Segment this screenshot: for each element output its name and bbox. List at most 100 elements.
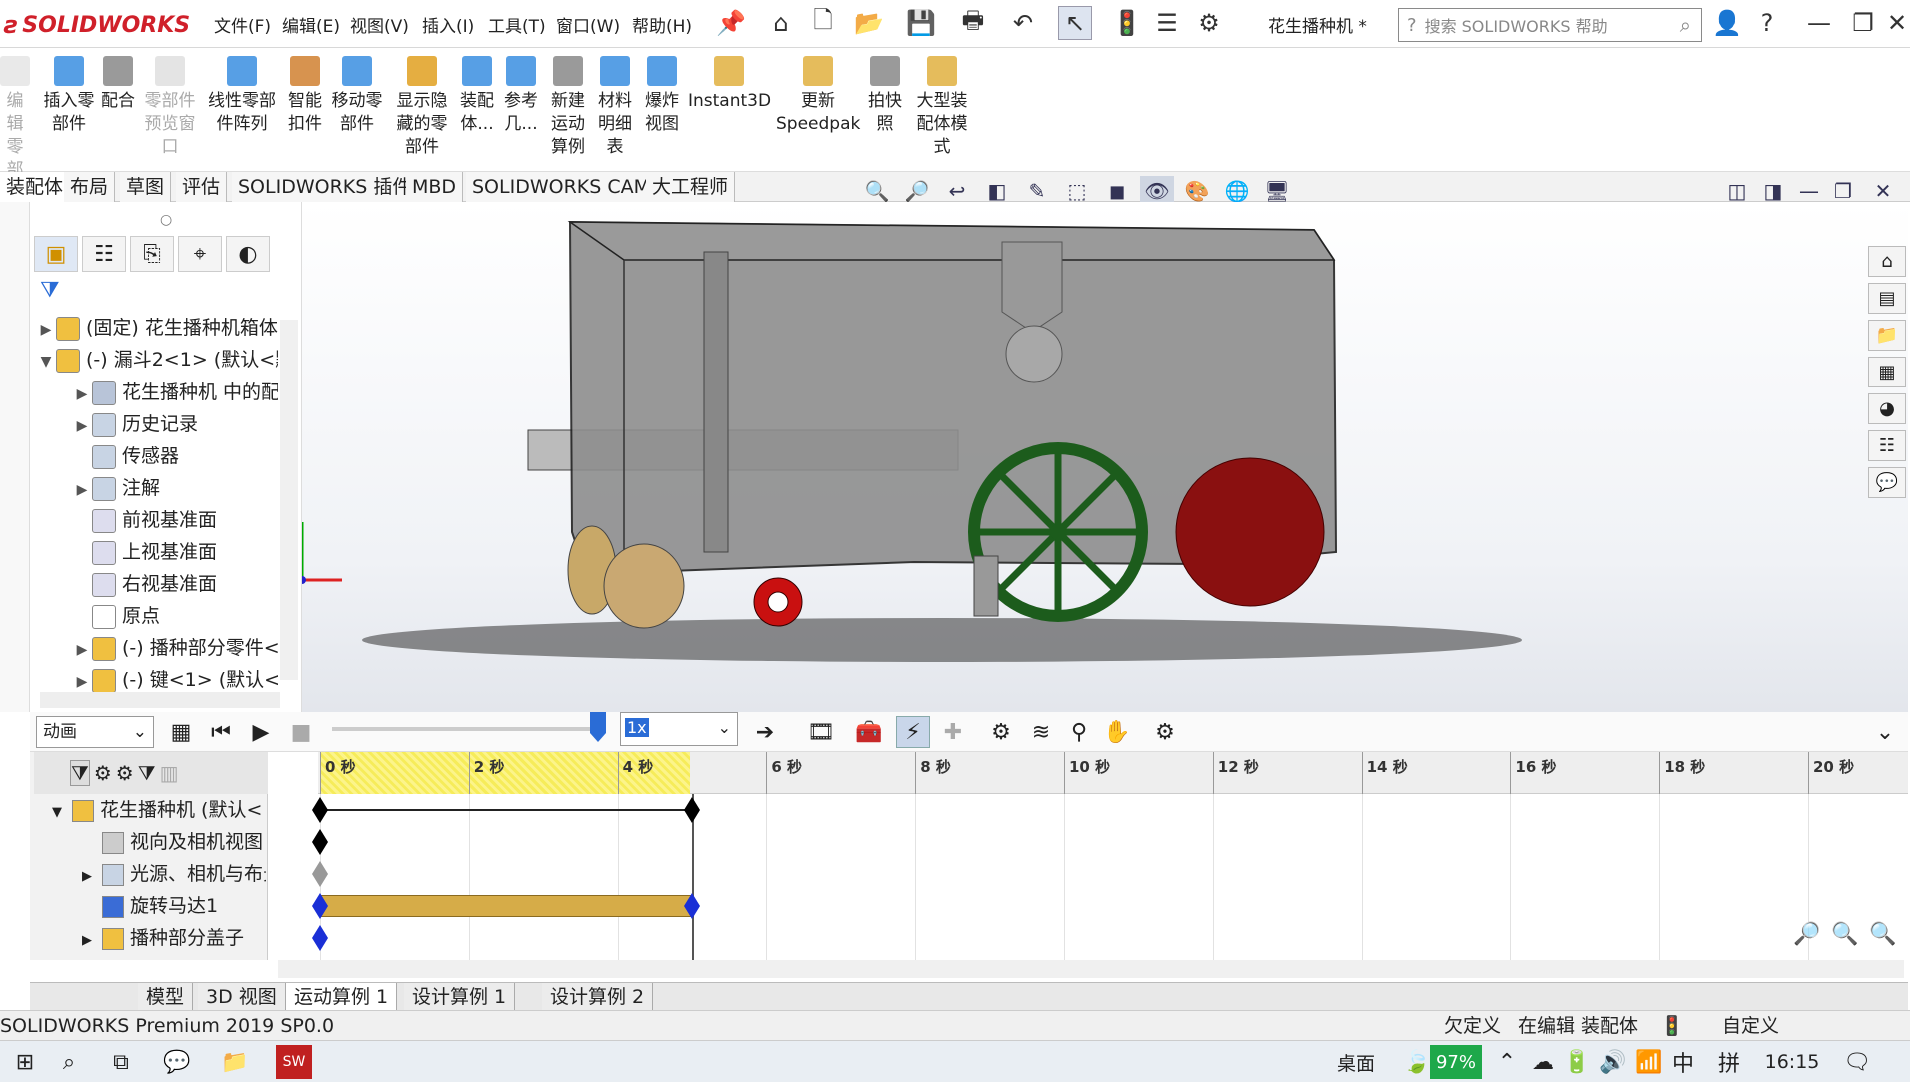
menu-help[interactable]: 帮助(H) bbox=[632, 12, 692, 37]
expand-toggle-icon[interactable]: ▶ bbox=[72, 410, 92, 440]
filter-results-icon[interactable]: ⧩ bbox=[138, 761, 156, 785]
tree-item[interactable]: 上视基准面 bbox=[36, 536, 278, 568]
file-explorer-icon[interactable]: 📁 bbox=[1868, 319, 1906, 351]
instant3d-button[interactable]: Instant3D bbox=[688, 56, 771, 166]
feature-manager-tab-icon[interactable]: ▣ bbox=[34, 236, 78, 272]
rebuild-icon[interactable]: 🚦 bbox=[1110, 6, 1144, 40]
print-icon[interactable]: 🖶 bbox=[956, 6, 990, 40]
gravity-icon[interactable]: ✋ bbox=[1100, 716, 1134, 748]
battery-icon[interactable]: 🔋 bbox=[1562, 1045, 1592, 1079]
update-speedpak-button[interactable]: 更新 Speedpak bbox=[776, 56, 860, 166]
assembly-time-bar[interactable] bbox=[320, 809, 692, 811]
show-hidden-components-button[interactable]: 显示隐 藏的零 部件 bbox=[390, 56, 454, 166]
options-gear-icon[interactable]: ⚙ bbox=[1192, 6, 1226, 40]
menu-edit[interactable]: 编辑(E) bbox=[282, 12, 340, 37]
open-icon[interactable]: 📂 bbox=[852, 6, 886, 40]
search-icon[interactable]: ⌕ bbox=[1680, 13, 1691, 37]
expand-toggle-icon[interactable]: ▶ bbox=[72, 378, 92, 408]
collapse-motion-panel-icon[interactable]: ⌄ bbox=[1868, 716, 1902, 748]
expand-toggle-icon[interactable]: ▶ bbox=[72, 474, 92, 504]
autokey-icon[interactable]: ⚡ bbox=[896, 716, 930, 748]
play-from-start-icon[interactable]: ⏮ bbox=[204, 716, 238, 748]
motor-change-bar[interactable] bbox=[320, 895, 692, 917]
motion-tree-row[interactable]: ▶ 播种部分盖子 bbox=[52, 922, 266, 954]
battery-indicator[interactable]: 97% bbox=[1430, 1045, 1482, 1079]
tab-evaluate[interactable]: 评估 bbox=[176, 172, 228, 202]
expand-toggle-icon[interactable]: ▶ bbox=[82, 861, 102, 890]
menu-insert[interactable]: 插入(I) bbox=[422, 12, 474, 37]
tree-item[interactable]: 前视基准面 bbox=[36, 504, 278, 536]
configuration-manager-tab-icon[interactable]: ⎘ bbox=[130, 236, 174, 272]
cloud-icon[interactable]: ☁ bbox=[1528, 1045, 1558, 1079]
appearances-icon[interactable]: ◕ bbox=[1868, 393, 1906, 425]
notification-icon[interactable]: 🗨 bbox=[1840, 1045, 1874, 1079]
take-snapshot-button[interactable]: 拍快 照 bbox=[864, 56, 906, 166]
units-select[interactable]: 自定义 bbox=[1722, 1011, 1779, 1041]
motion-tree-row[interactable]: ▶ 光源、相机与布景 bbox=[52, 858, 266, 890]
home-icon[interactable]: ⌂ bbox=[764, 6, 798, 40]
ime-language[interactable]: 中 bbox=[1668, 1045, 1698, 1079]
tree-horizontal-scrollbar[interactable] bbox=[40, 692, 280, 708]
volume-icon[interactable]: 🔊 bbox=[1598, 1045, 1628, 1079]
filter-animated-icon[interactable]: ⧩ bbox=[70, 760, 90, 786]
restore-window-icon[interactable]: ❐ bbox=[1846, 6, 1880, 40]
linear-pattern-button[interactable]: 线性零部 件阵列 bbox=[206, 56, 278, 166]
zoom-in-timeline-icon[interactable]: 🔍 bbox=[1828, 918, 1862, 950]
design-library-icon[interactable]: ▤ bbox=[1868, 282, 1906, 314]
motion-tree-row[interactable]: 视向及相机视图 bbox=[52, 826, 266, 858]
playback-mode-icon[interactable]: ➔ bbox=[748, 716, 782, 748]
undo-icon[interactable]: ↶ bbox=[1006, 6, 1040, 40]
exploded-view-button[interactable]: 爆炸 视图 bbox=[640, 56, 684, 166]
solidworks-taskbar-icon[interactable]: SW bbox=[276, 1045, 312, 1079]
zoom-to-fit-timeline-icon[interactable]: 🔎 bbox=[1790, 918, 1824, 950]
contact-icon[interactable]: ⚲ bbox=[1062, 716, 1096, 748]
playback-speed-select[interactable]: 1x ⌄ bbox=[620, 712, 738, 746]
tree-item[interactable]: 原点 bbox=[36, 600, 278, 632]
tab-sketch[interactable]: 草图 bbox=[120, 172, 172, 202]
tab-3d-view[interactable]: 3D 视图 bbox=[198, 983, 286, 1011]
assembly-3d-model[interactable] bbox=[298, 202, 1908, 712]
help-question-icon[interactable]: ? bbox=[1750, 6, 1784, 40]
graphics-area[interactable] bbox=[298, 202, 1908, 712]
tab-layout[interactable]: 布局 bbox=[64, 172, 116, 202]
assembly-features-button[interactable]: 装配 体... bbox=[456, 56, 498, 166]
menu-file[interactable]: 文件(F) bbox=[214, 12, 271, 37]
wifi-icon[interactable]: 📶 bbox=[1634, 1045, 1664, 1079]
pin-icon[interactable]: 📌 bbox=[714, 6, 748, 40]
save-animation-icon[interactable]: 🎞 bbox=[804, 716, 838, 748]
spring-icon[interactable]: ≋ bbox=[1024, 716, 1058, 748]
expand-toggle-icon[interactable]: ▼ bbox=[52, 797, 72, 826]
expand-toggle-icon[interactable]: ▶ bbox=[82, 925, 102, 954]
animation-wizard-icon[interactable]: 🧰 bbox=[852, 716, 886, 748]
save-icon[interactable]: 💾 bbox=[904, 6, 938, 40]
tab-design-study-2[interactable]: 设计算例 2 bbox=[542, 983, 654, 1011]
wechat-icon[interactable]: 💬 bbox=[160, 1045, 194, 1079]
tree-item[interactable]: ▶ 注解 bbox=[36, 472, 278, 504]
tree-item[interactable]: ▶ 历史记录 bbox=[36, 408, 278, 440]
playback-slider[interactable] bbox=[332, 727, 602, 731]
motion-tree-row[interactable]: 旋转马达1 bbox=[52, 890, 266, 922]
help-search-input[interactable]: ? 搜索 SOLIDWORKS 帮助 ⌕ bbox=[1398, 8, 1702, 42]
tab-design-study-1[interactable]: 设计算例 1 bbox=[404, 983, 516, 1011]
solidworks-logo[interactable]: ƨ SOLIDWORKS bbox=[4, 6, 190, 44]
view-palette-icon[interactable]: ▦ bbox=[1868, 356, 1906, 388]
filter-icon[interactable]: ⧩ bbox=[40, 278, 60, 303]
timeline-area[interactable] bbox=[318, 794, 1908, 960]
edit-component-button[interactable]: 编辑 零部 件 bbox=[0, 56, 30, 203]
timeline-horizontal-scrollbar[interactable] bbox=[278, 960, 1904, 978]
user-account-icon[interactable]: 👤 bbox=[1710, 6, 1744, 40]
search-icon[interactable]: ⌕ bbox=[52, 1045, 86, 1079]
mate-button[interactable]: 配合 bbox=[98, 56, 138, 166]
new-motion-study-button[interactable]: 新建 运动 算例 bbox=[546, 56, 590, 166]
large-assembly-mode-button[interactable]: 大型装 配体模 式 bbox=[908, 56, 976, 166]
select-arrow-icon[interactable]: ↖ bbox=[1058, 6, 1092, 40]
play-icon[interactable]: ▶ bbox=[244, 716, 278, 748]
property-manager-tab-icon[interactable]: ☷ bbox=[82, 236, 126, 272]
component-preview-button[interactable]: 零部件 预览窗 口 bbox=[140, 56, 200, 166]
tree-item[interactable]: ▶ (-) 播种部分零件<1> bbox=[36, 632, 278, 664]
windows-start-icon[interactable]: ⊞ bbox=[8, 1045, 42, 1079]
panel-grip-icon[interactable]: ○ bbox=[160, 212, 172, 228]
zoom-out-timeline-icon[interactable]: 🔍 bbox=[1866, 918, 1900, 950]
filter-results-plot-icon[interactable]: ▥ bbox=[160, 761, 179, 785]
menu-view[interactable]: 视图(V) bbox=[350, 12, 409, 37]
